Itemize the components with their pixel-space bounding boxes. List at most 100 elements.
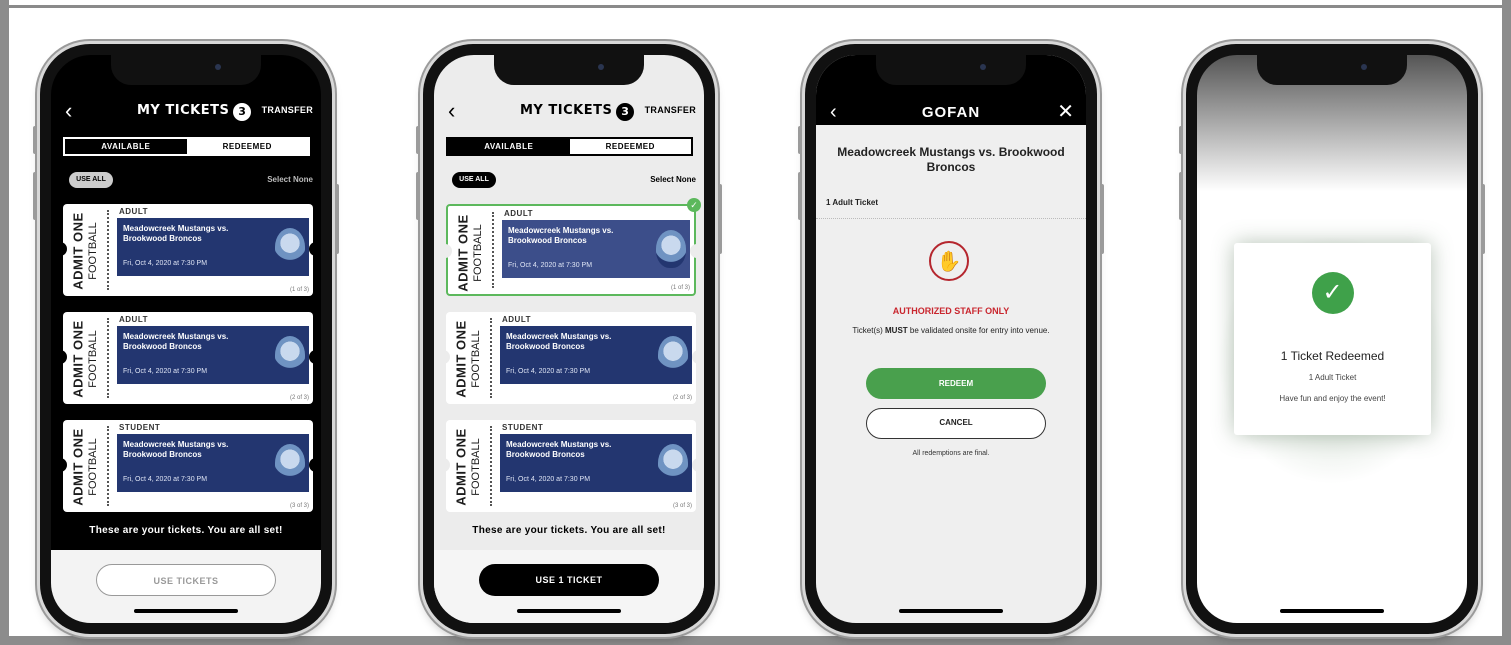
team-logo-icon [658, 336, 688, 374]
selected-check-icon: ✓ [687, 198, 701, 212]
ticket-game: Meadowcreek Mustangs vs. Brookwood Bronc… [123, 440, 229, 459]
event-title: Meadowcreek Mustangs vs. Brookwood Bronc… [837, 145, 1065, 174]
ticket-notch [442, 350, 450, 364]
checkmark-icon: ✓ [1311, 272, 1354, 314]
camera [215, 64, 221, 70]
ticket-count-badge: 3 [616, 103, 635, 121]
sport-label: FOOTBALL [470, 330, 482, 388]
admit-label: ADMIT ONE [453, 428, 469, 506]
authorized-staff-warning: AUTHORIZED STAFF ONLY [892, 306, 1010, 316]
ticket-summary: 1 Adult Ticket [826, 198, 879, 207]
perforation [107, 318, 109, 398]
transfer-button[interactable]: TRANSFER [262, 105, 313, 115]
side-button [718, 184, 722, 254]
redeem-button[interactable]: REDEEM [866, 368, 1046, 399]
page-title: MY TICKETS 3 [137, 103, 252, 121]
admit-label: ADMIT ONE [455, 214, 471, 292]
use-1-ticket-button[interactable]: USE 1 TICKET [479, 564, 659, 596]
ticket-count-badge: 3 [233, 103, 252, 121]
side-button [416, 172, 420, 220]
phone-3: ‹ GOFAN ✕ Meadowcreek Mustangs vs. Brook… [798, 44, 1104, 634]
ticket-event-panel: Meadowcreek Mustangs vs. Brookwood Bronc… [117, 218, 309, 276]
ticket-card[interactable]: ADMIT ONE FOOTBALL ADULT Meadowcreek Must… [442, 312, 700, 404]
ticket-card-selected[interactable]: ADMIT ONE FOOTBALL ADULT Meadowcreek Must… [444, 198, 701, 296]
header: ‹ MY TICKETS 3 TRANSFER [434, 100, 704, 126]
notch [494, 55, 644, 85]
notch [876, 55, 1026, 85]
ticket-notch [692, 350, 700, 364]
sport-label: FOOTBALL [472, 224, 484, 282]
team-logo-icon [275, 336, 305, 374]
ticket-number: (3 of 3) [289, 503, 309, 509]
ticket-number: (2 of 3) [672, 395, 692, 401]
side-button [33, 126, 37, 154]
success-title: 1 Ticket Redeemed [1280, 349, 1385, 363]
team-logo-icon [275, 444, 305, 482]
camera [980, 64, 986, 70]
side-button [1100, 184, 1104, 254]
chevron-left-icon[interactable]: ‹ [830, 101, 837, 124]
cancel-button[interactable]: CANCEL [866, 408, 1046, 439]
admit-stub: ADMIT ONE FOOTBALL [450, 320, 486, 398]
frame-right [1502, 0, 1511, 645]
ticket-card[interactable]: ADMIT ONE FOOTBALL ADULT Meadowcreek Must… [59, 312, 317, 404]
ticket-category: ADULT [119, 207, 149, 216]
tab-available[interactable]: AVAILABLE [65, 139, 187, 154]
tab-redeemed[interactable]: REDEEMED [186, 139, 308, 154]
side-button [335, 184, 339, 254]
ticket-card[interactable]: ADMIT ONE FOOTBALL STUDENT Meadowcreek Mu… [59, 420, 317, 512]
admit-label: ADMIT ONE [70, 212, 86, 290]
perforation [490, 318, 492, 398]
ticket-notch [442, 458, 450, 472]
hand-stop-icon: ✋ [929, 241, 969, 281]
page-title: MY TICKETS 3 [520, 103, 635, 121]
side-button [798, 172, 802, 220]
use-all-button[interactable]: USE ALL [69, 172, 113, 188]
ticket-notch [59, 458, 67, 472]
ticket-event-panel: Meadowcreek Mustangs vs. Brookwood Bronc… [117, 434, 309, 492]
home-indicator [134, 609, 238, 613]
perforation [107, 426, 109, 506]
camera [1361, 64, 1367, 70]
ticket-category: STUDENT [119, 423, 161, 432]
ticket-date: Fri, Oct 4, 2020 at 7:30 PM [506, 476, 591, 483]
ticket-date: Fri, Oct 4, 2020 at 7:30 PM [508, 262, 593, 269]
divider [816, 218, 1086, 219]
admit-stub: ADMIT ONE FOOTBALL [67, 212, 103, 290]
use-all-button[interactable]: USE ALL [452, 172, 496, 188]
ticket-notch [692, 458, 700, 472]
frame-left [0, 0, 9, 645]
tab-available[interactable]: AVAILABLE [448, 139, 570, 154]
notch [111, 55, 261, 85]
ticket-notch [309, 458, 317, 472]
chevron-left-icon[interactable]: ‹ [448, 100, 455, 122]
all-set-message: These are your tickets. You are all set! [89, 525, 283, 536]
ticket-event-panel: Meadowcreek Mustangs vs. Brookwood Bronc… [500, 326, 692, 384]
ticket-notch [690, 244, 698, 258]
ticket-date: Fri, Oct 4, 2020 at 7:30 PM [123, 260, 208, 267]
transfer-button[interactable]: TRANSFER [645, 105, 696, 115]
header: ‹ MY TICKETS 3 TRANSFER [51, 100, 321, 126]
success-subtitle: 1 Adult Ticket [1308, 373, 1357, 382]
success-message: Have fun and enjoy the event! [1279, 394, 1386, 403]
team-logo-icon [656, 230, 686, 268]
use-tickets-button[interactable]: USE TICKETS [96, 564, 276, 596]
frame-bottom [0, 636, 1511, 645]
select-none-link[interactable]: Select None [267, 175, 313, 184]
perforation [492, 212, 494, 288]
ticket-card[interactable]: ADMIT ONE FOOTBALL STUDENT Meadowcreek Mu… [442, 420, 700, 512]
admit-stub: ADMIT ONE FOOTBALL [67, 320, 103, 398]
ticket-card[interactable]: ADMIT ONE FOOTBALL ADULT Meadowcreek Must… [59, 204, 317, 296]
phone-2: ‹ MY TICKETS 3 TRANSFER AVAILABLE REDEEME… [416, 44, 722, 634]
team-logo-icon [658, 444, 688, 482]
side-button [798, 126, 802, 154]
chevron-left-icon[interactable]: ‹ [65, 100, 72, 122]
select-none-link[interactable]: Select None [650, 175, 696, 184]
close-icon[interactable]: ✕ [1057, 99, 1074, 124]
all-set-message: These are your tickets. You are all set! [472, 525, 666, 536]
tab-redeemed[interactable]: REDEEMED [569, 139, 691, 154]
tab-switch: AVAILABLE REDEEMED [63, 137, 310, 156]
ticket-date: Fri, Oct 4, 2020 at 7:30 PM [123, 368, 208, 375]
tab-switch: AVAILABLE REDEEMED [446, 137, 693, 156]
home-indicator [1280, 609, 1384, 613]
